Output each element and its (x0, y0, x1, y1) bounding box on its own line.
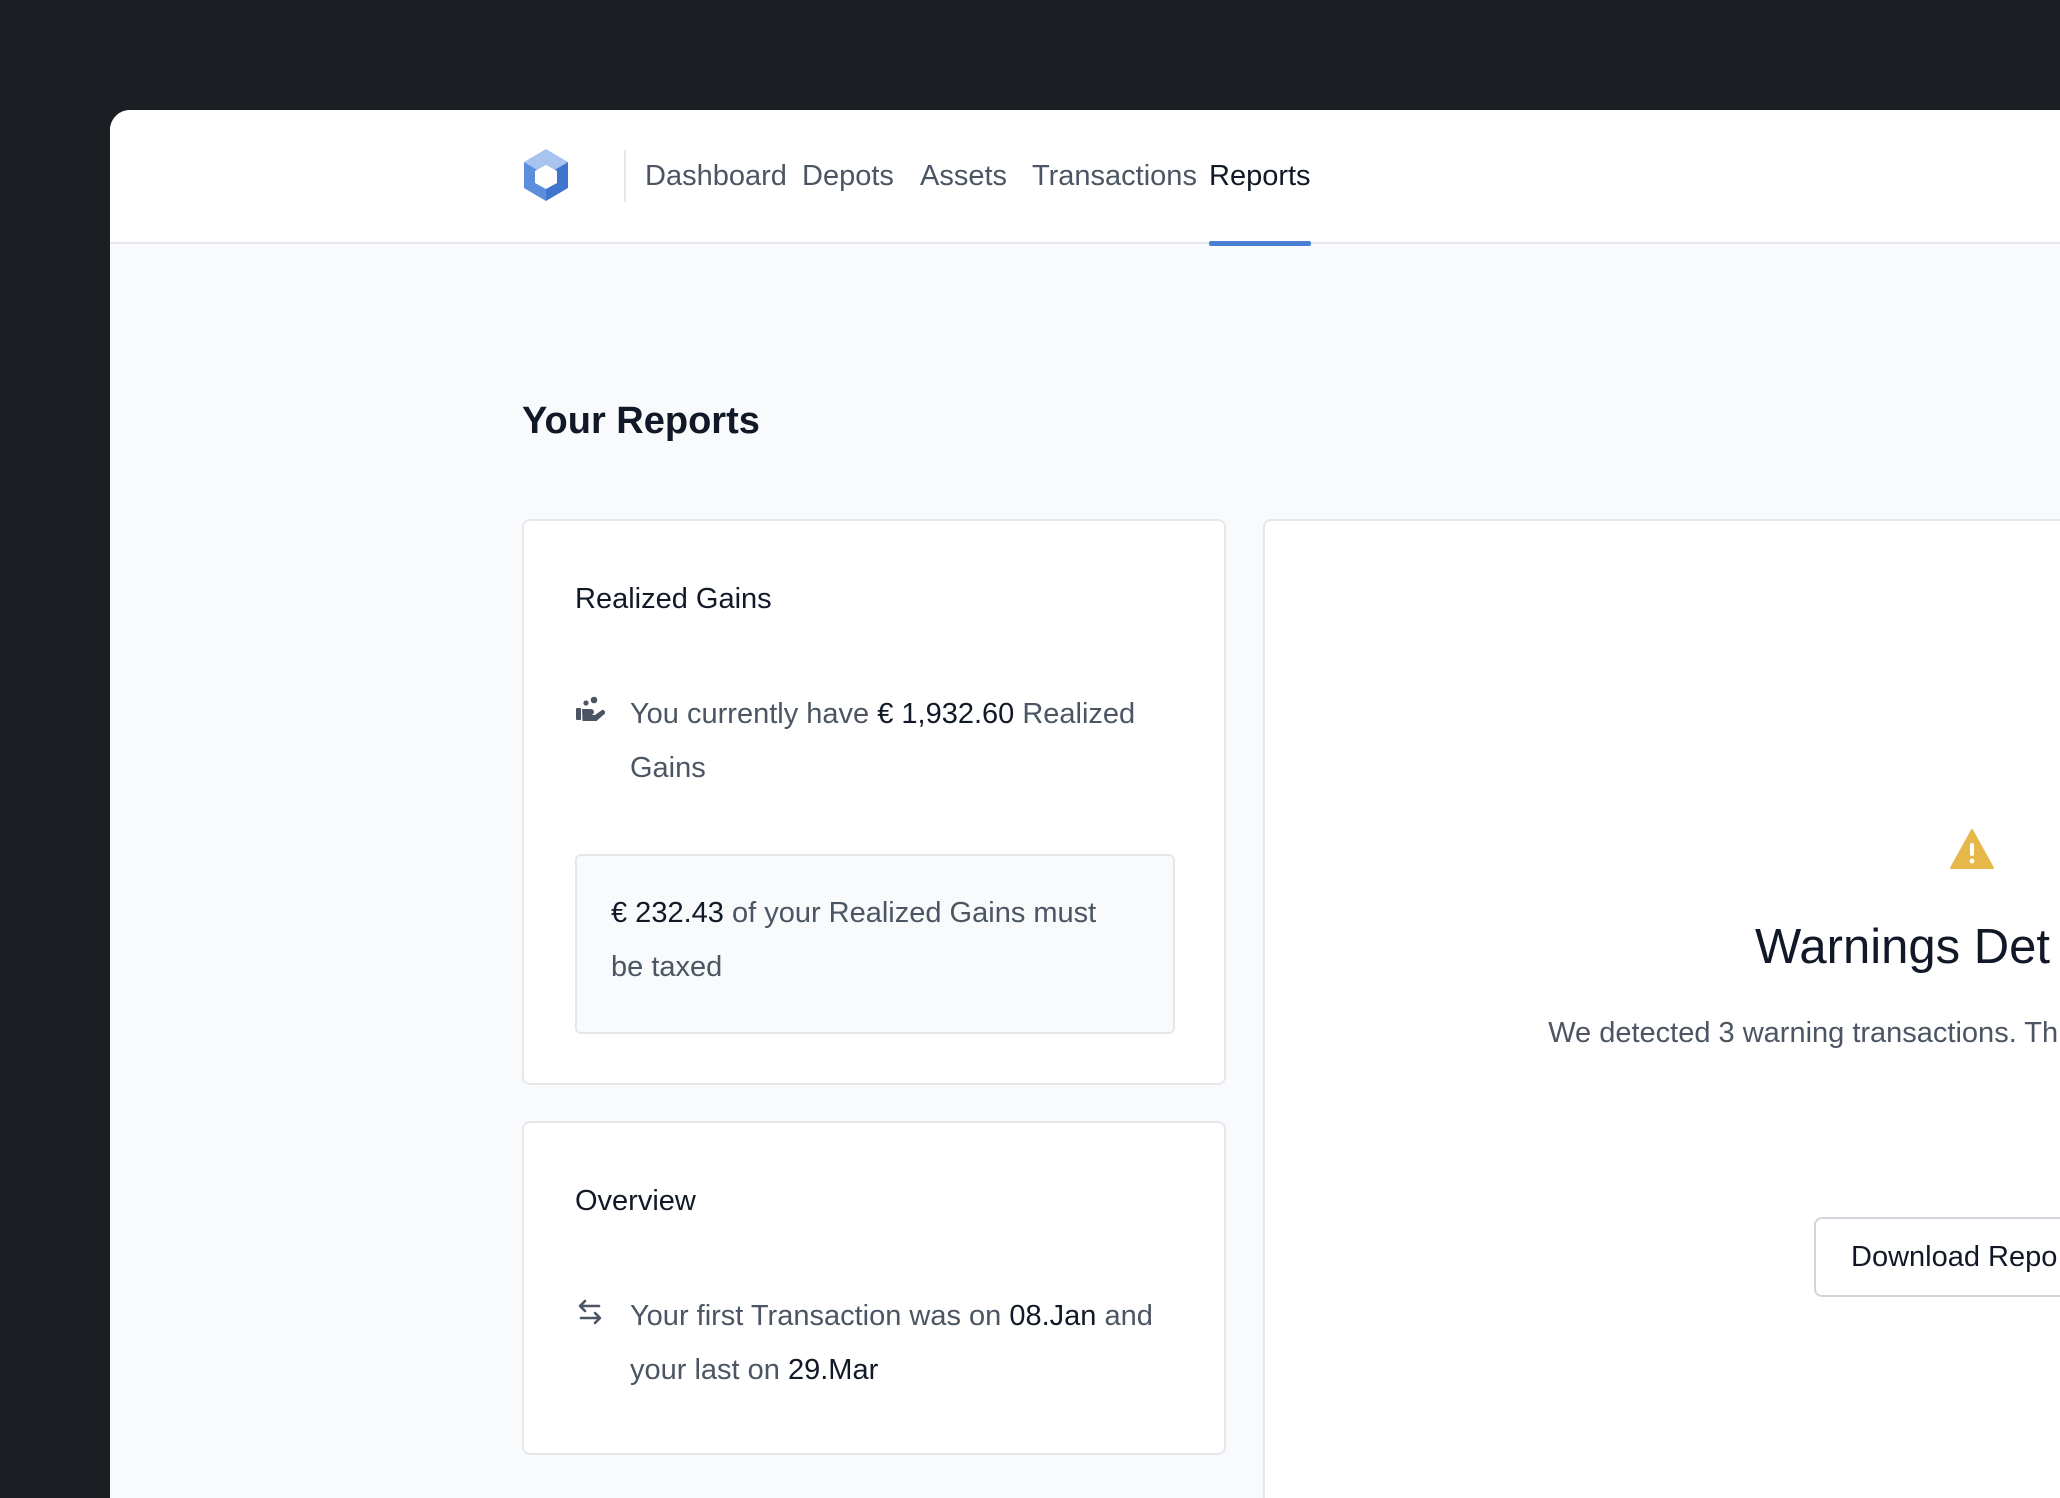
warning-triangle-icon (1950, 829, 1994, 869)
taxable-gains-text: € 232.43 of your Realized Gains must be … (611, 886, 1131, 994)
warnings-card: Warnings Det We detected 3 warning trans… (1263, 519, 2060, 1498)
warnings-description: We detected 3 warning transactions. This… (1548, 1017, 2060, 1049)
app-window: Dashboard Depots Assets Transactions Rep… (110, 110, 2060, 1498)
card-title: Overview (575, 1185, 696, 1217)
nav-item-dashboard[interactable]: Dashboard (645, 110, 787, 244)
warnings-content: Warnings Det We detected 3 warning trans… (1265, 521, 2060, 1498)
app-logo-icon[interactable] (521, 147, 571, 203)
overview-summary: Your first Transaction was on 08.Jan and… (630, 1289, 1190, 1397)
hand-coins-icon (576, 696, 605, 721)
top-navbar: Dashboard Depots Assets Transactions Rep… (110, 110, 2060, 246)
arrows-exchange-icon (578, 1299, 602, 1325)
realized-gains-summary: You currently have € 1,932.60 Realized G… (630, 687, 1170, 795)
overview-card: Overview Your first Transaction was on 0… (522, 1121, 1226, 1455)
nav-item-transactions[interactable]: Transactions (1032, 110, 1197, 244)
realized-gains-card: Realized Gains You currently have € 1,93… (522, 519, 1226, 1085)
first-transaction-date: 08.Jan (1009, 1300, 1097, 1332)
realized-gains-amount: € 1,932.60 (877, 698, 1015, 730)
nav-item-reports[interactable]: Reports (1209, 110, 1311, 246)
card-title: Realized Gains (575, 583, 772, 615)
nav-divider (624, 150, 626, 202)
overview-prefix: Your first Transaction was on (630, 1300, 1010, 1332)
summary-prefix: You currently have (630, 698, 878, 730)
download-report-button[interactable]: Download Repo (1814, 1217, 2060, 1297)
taxable-gains-box: € 232.43 of your Realized Gains must be … (575, 854, 1175, 1034)
page-title: Your Reports (522, 400, 760, 442)
warnings-title: Warnings Det (1755, 920, 2051, 974)
nav-item-assets[interactable]: Assets (920, 110, 1007, 244)
last-transaction-date: 29.Mar (787, 1354, 879, 1386)
nav-item-depots[interactable]: Depots (802, 110, 894, 244)
taxable-amount: € 232.43 (611, 897, 724, 929)
